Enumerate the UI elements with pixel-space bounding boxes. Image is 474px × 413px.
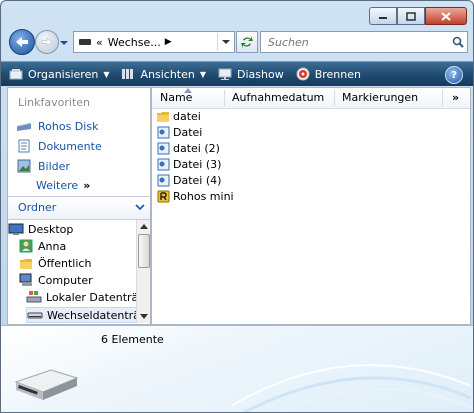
favorite-rohos-disk[interactable]: Rohos Disk	[16, 119, 98, 133]
more-columns-icon[interactable]: »	[452, 91, 459, 104]
chevron-down-icon	[60, 41, 68, 45]
local-drive-icon	[26, 290, 42, 304]
file-row[interactable]: Rohos mini	[156, 190, 234, 203]
navigation-pane: Linkfavoriten Rohos Disk Dokumente Bilde…	[7, 87, 151, 325]
search-input[interactable]	[266, 34, 440, 50]
views-icon	[121, 68, 135, 80]
minimize-icon	[379, 17, 387, 19]
navigation-row: « Wechse... ▶	[7, 29, 469, 55]
folders-header: Ordner	[18, 201, 57, 214]
explorer-window: « Wechse... ▶ Organisieren ▼	[0, 0, 474, 413]
maximize-icon	[406, 11, 416, 21]
slideshow-button[interactable]: Diashow	[214, 63, 288, 85]
forward-button[interactable]	[35, 30, 59, 54]
file-icon	[156, 174, 170, 187]
file-row[interactable]: Datei (3)	[156, 158, 221, 171]
desktop-icon	[8, 222, 24, 236]
address-crumb[interactable]: Wechse...	[108, 36, 161, 49]
command-bar: Organisieren ▼ Ansichten ▼ Diashow Brenn…	[1, 61, 473, 86]
forward-arrow-icon	[41, 37, 53, 47]
removable-drive-icon	[14, 369, 79, 400]
refresh-button[interactable]	[236, 31, 258, 53]
search-icon[interactable]	[449, 36, 467, 48]
history-dropdown[interactable]	[59, 37, 69, 47]
scrollbar-thumb[interactable]	[138, 234, 150, 268]
column-header: Name Aufnahmedatum Markierungen »	[152, 88, 470, 109]
minimize-button[interactable]	[369, 7, 397, 25]
folder-tree: Desktop Anna Öffentlich Computer Lokaler…	[8, 220, 136, 324]
file-list-pane: Name Aufnahmedatum Markierungen » datei …	[151, 87, 471, 325]
views-button[interactable]: Ansichten ▼	[117, 63, 210, 85]
organize-label: Organisieren	[28, 67, 99, 81]
file-row[interactable]: Datei (4)	[156, 174, 221, 187]
rohos-app-icon	[156, 190, 170, 203]
scroll-up-icon[interactable]	[137, 220, 150, 233]
column-name[interactable]: Name	[160, 91, 192, 104]
tree-item-anna[interactable]: Anna	[18, 239, 66, 253]
chevron-down-icon: ▼	[103, 69, 110, 79]
user-icon	[18, 239, 34, 253]
address-dropdown[interactable]	[217, 33, 234, 51]
burn-button[interactable]: Brennen	[292, 63, 365, 85]
organize-button[interactable]: Organisieren ▼	[5, 63, 113, 85]
address-bar[interactable]: « Wechse... ▶	[73, 31, 235, 53]
tree-item-local-drive[interactable]: Lokaler Datenträge	[26, 290, 136, 304]
file-icon	[156, 158, 170, 171]
burn-label: Brennen	[314, 67, 361, 81]
folder-icon	[18, 256, 34, 270]
favorites-header: Linkfavoriten	[18, 96, 91, 109]
scroll-down-icon[interactable]	[137, 310, 150, 323]
slideshow-icon	[218, 68, 232, 80]
file-icon	[156, 126, 170, 139]
organize-icon	[9, 68, 23, 80]
double-chevron-icon: »	[83, 179, 91, 192]
views-label: Ansichten	[140, 67, 195, 81]
close-button[interactable]	[425, 7, 467, 25]
column-date-taken[interactable]: Aufnahmedatum	[232, 91, 324, 104]
item-count: 6 Elemente	[101, 333, 164, 346]
removable-drive-icon	[79, 39, 91, 45]
back-button[interactable]	[9, 29, 35, 55]
documents-icon	[16, 139, 32, 153]
tree-item-public[interactable]: Öffentlich	[18, 256, 91, 270]
file-row[interactable]: datei (2)	[156, 142, 220, 155]
more-favorites-link[interactable]: Weitere»	[36, 179, 90, 192]
crumb-separator-icon[interactable]: ▶	[165, 37, 172, 47]
chevron-down-icon	[222, 40, 230, 44]
details-pane: 6 Elemente	[1, 325, 473, 412]
search-box[interactable]	[260, 31, 468, 53]
refresh-icon	[241, 36, 253, 48]
tree-item-desktop[interactable]: Desktop	[8, 222, 73, 236]
chevron-down-icon: ▼	[199, 69, 206, 79]
favorite-pictures[interactable]: Bilder	[16, 159, 70, 173]
removable-drive-icon	[27, 308, 43, 322]
folder-icon	[156, 110, 170, 123]
folders-bar[interactable]: Ordner	[8, 196, 150, 220]
column-tags[interactable]: Markierungen	[342, 91, 418, 104]
computer-icon	[18, 273, 34, 287]
file-icon	[156, 142, 170, 155]
file-row[interactable]: Datei	[156, 126, 202, 139]
pictures-icon	[16, 159, 32, 173]
tree-item-removable-drive[interactable]: Wechseldatenträg	[26, 307, 136, 323]
background-swoosh	[231, 364, 471, 412]
slideshow-label: Diashow	[237, 67, 284, 81]
maximize-button[interactable]	[397, 7, 425, 25]
disk-icon	[16, 119, 32, 133]
folder-tree-scrollbar[interactable]	[136, 220, 150, 323]
close-icon	[441, 11, 451, 21]
burn-icon	[296, 67, 310, 81]
tree-item-computer[interactable]: Computer	[18, 273, 93, 287]
file-row[interactable]: datei	[156, 110, 201, 123]
caption-buttons	[369, 7, 467, 25]
chevron-down-icon	[135, 204, 145, 211]
back-arrow-icon	[16, 37, 28, 47]
favorite-documents[interactable]: Dokumente	[16, 139, 102, 153]
help-button[interactable]: ?	[445, 66, 463, 84]
